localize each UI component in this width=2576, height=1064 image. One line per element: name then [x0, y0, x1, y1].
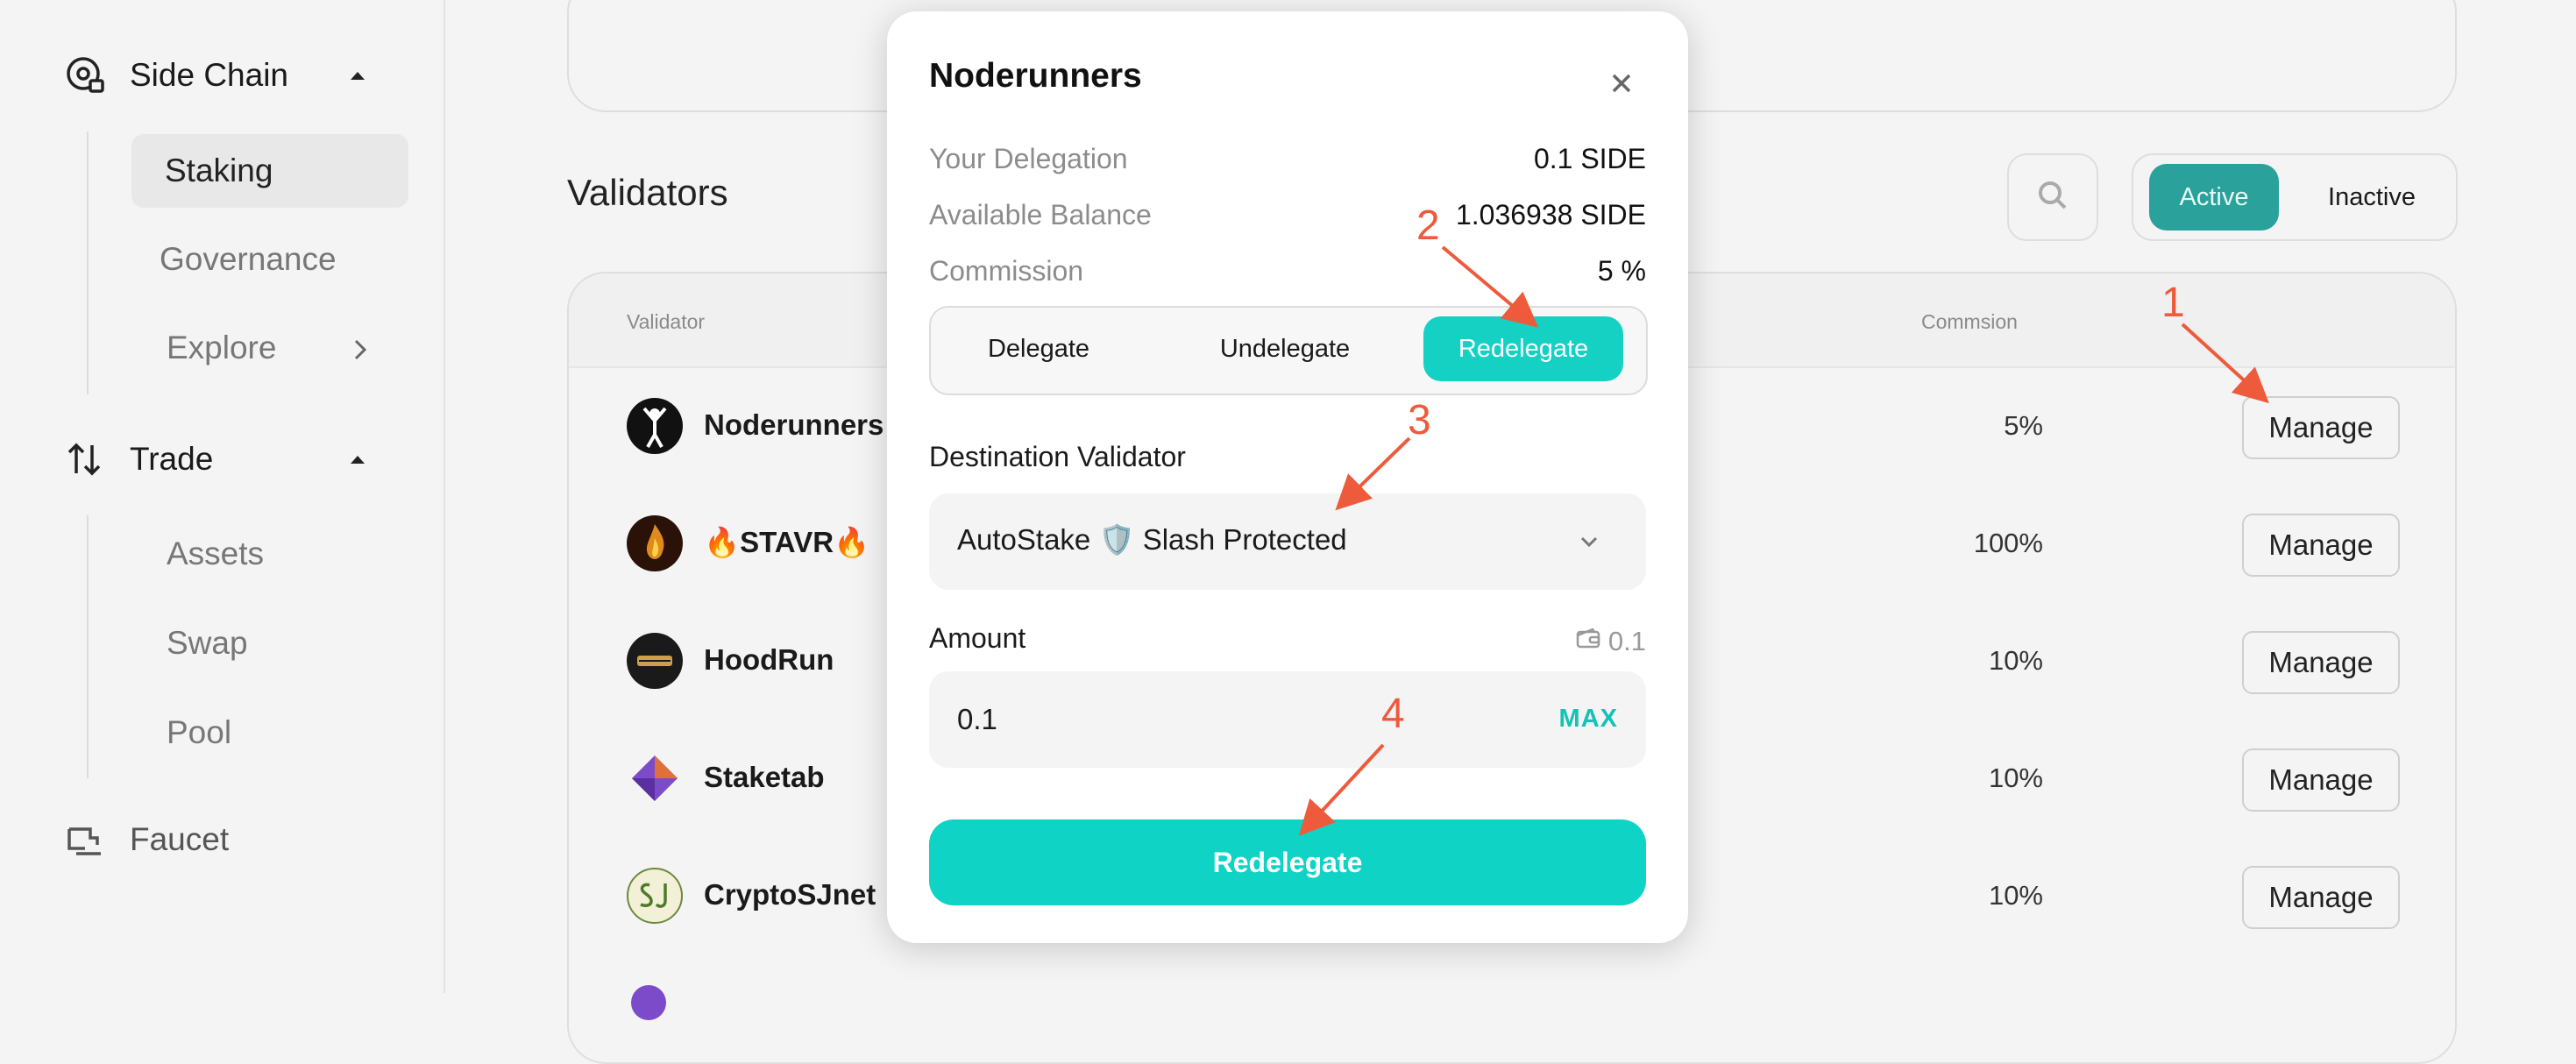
- amount-field-container: MAX: [929, 671, 1646, 768]
- wallet-icon: [1575, 625, 1601, 658]
- manage-button[interactable]: Manage: [2242, 748, 2400, 812]
- validator-name[interactable]: Staketab: [704, 761, 825, 794]
- validator-name[interactable]: HoodRun: [704, 643, 834, 677]
- filter-inactive-button[interactable]: Inactive: [2307, 164, 2437, 231]
- manage-button[interactable]: Manage: [2242, 514, 2400, 577]
- destination-validator-label: Destination Validator: [929, 441, 1186, 472]
- side-chain-icon: [61, 52, 109, 99]
- validator-commission: 100%: [1973, 528, 2043, 558]
- next-row-avatar: [631, 985, 666, 1020]
- chevron-down-icon: [1578, 530, 1600, 557]
- sidebar-item-governance[interactable]: Governance: [160, 241, 337, 278]
- action-tabs: Delegate Undelegate Redelegate: [929, 306, 1648, 395]
- your-delegation-label: Your Delegation: [929, 143, 1128, 174]
- sidebar-item-assets[interactable]: Assets: [167, 536, 264, 572]
- manage-button[interactable]: Manage: [2242, 396, 2400, 459]
- sidebar-item-pool[interactable]: Pool: [167, 714, 231, 751]
- faucet-label: Faucet: [130, 821, 230, 857]
- hoodrun-avatar: [627, 633, 683, 689]
- validators-title: Validators: [567, 172, 728, 213]
- validator-name[interactable]: 🔥STAVR🔥: [704, 526, 869, 560]
- side-chain-tree-line: [87, 131, 89, 394]
- available-balance-label: Available Balance: [929, 199, 1152, 231]
- search-button[interactable]: [2007, 153, 2098, 241]
- side-chain-section-header[interactable]: Side Chain: [61, 49, 386, 102]
- noderunners-avatar: [627, 398, 683, 454]
- validator-name[interactable]: Noderunners: [704, 408, 884, 442]
- trade-arrows-icon: [61, 436, 109, 483]
- amount-balance: 0.1: [1575, 625, 1646, 658]
- validator-commission: 10%: [1988, 763, 2043, 793]
- tab-undelegate[interactable]: Undelegate: [1167, 316, 1402, 381]
- sidebar-item-staking[interactable]: Staking: [131, 134, 408, 208]
- column-header-validator: Validator: [627, 310, 706, 333]
- validator-commission: 5%: [2004, 410, 2043, 441]
- modal-title: Noderunners: [929, 57, 1142, 95]
- tab-redelegate[interactable]: Redelegate: [1423, 316, 1623, 381]
- amount-balance-value: 0.1: [1607, 626, 1646, 656]
- search-icon: [2035, 178, 2070, 217]
- trade-tree-line: [87, 515, 89, 778]
- trade-label: Trade: [130, 441, 214, 477]
- available-balance-value: 1.036938 SIDE: [1455, 199, 1646, 231]
- caret-up-icon: [347, 65, 368, 90]
- side-chain-label: Side Chain: [130, 57, 289, 93]
- trade-section-header[interactable]: Trade: [61, 433, 386, 486]
- chevron-right-icon: [351, 337, 370, 367]
- redelegate-submit-button[interactable]: Redelegate: [929, 819, 1646, 905]
- validator-name[interactable]: CryptoSJnet: [704, 878, 876, 911]
- commission-label: Commission: [929, 255, 1084, 287]
- commission-value: 5 %: [1597, 255, 1646, 287]
- annotation-step-1: 1: [2161, 280, 2185, 326]
- annotation-step-3: 3: [1408, 397, 1431, 443]
- sidebar-item-faucet[interactable]: Faucet: [61, 813, 386, 866]
- stavr-avatar: [627, 515, 683, 571]
- amount-label: Amount: [929, 622, 1026, 654]
- destination-validator-select[interactable]: AutoStake 🛡️ Slash Protected: [929, 493, 1646, 590]
- close-icon[interactable]: [1604, 66, 1639, 101]
- annotation-step-2: 2: [1416, 202, 1440, 249]
- validator-commission: 10%: [1988, 880, 2043, 911]
- manage-button[interactable]: Manage: [2242, 631, 2400, 694]
- manage-button[interactable]: Manage: [2242, 866, 2400, 929]
- status-filter-toggle: Active Inactive: [2132, 153, 2458, 241]
- validator-commission: 10%: [1988, 645, 2043, 676]
- faucet-icon: [61, 816, 109, 863]
- cryptosjnet-avatar: [627, 868, 683, 924]
- sidebar-item-swap[interactable]: Swap: [167, 625, 248, 662]
- caret-up-icon: [347, 449, 368, 474]
- max-button[interactable]: MAX: [1559, 705, 1618, 734]
- manage-delegation-modal: Noderunners Your Delegation 0.1 SIDE Ava…: [887, 11, 1688, 943]
- staketab-avatar: [627, 750, 683, 806]
- column-header-commission: Commsion: [1921, 310, 2018, 333]
- filter-active-button[interactable]: Active: [2149, 164, 2279, 231]
- tab-delegate[interactable]: Delegate: [941, 316, 1136, 381]
- sidebar-item-explore[interactable]: Explore: [167, 330, 276, 366]
- destination-validator-value: AutoStake 🛡️ Slash Protected: [957, 523, 1347, 556]
- sidebar: Side Chain Staking Governance Explore Tr…: [0, 0, 445, 993]
- annotation-step-4: 4: [1381, 691, 1405, 737]
- your-delegation-value: 0.1 SIDE: [1533, 143, 1646, 174]
